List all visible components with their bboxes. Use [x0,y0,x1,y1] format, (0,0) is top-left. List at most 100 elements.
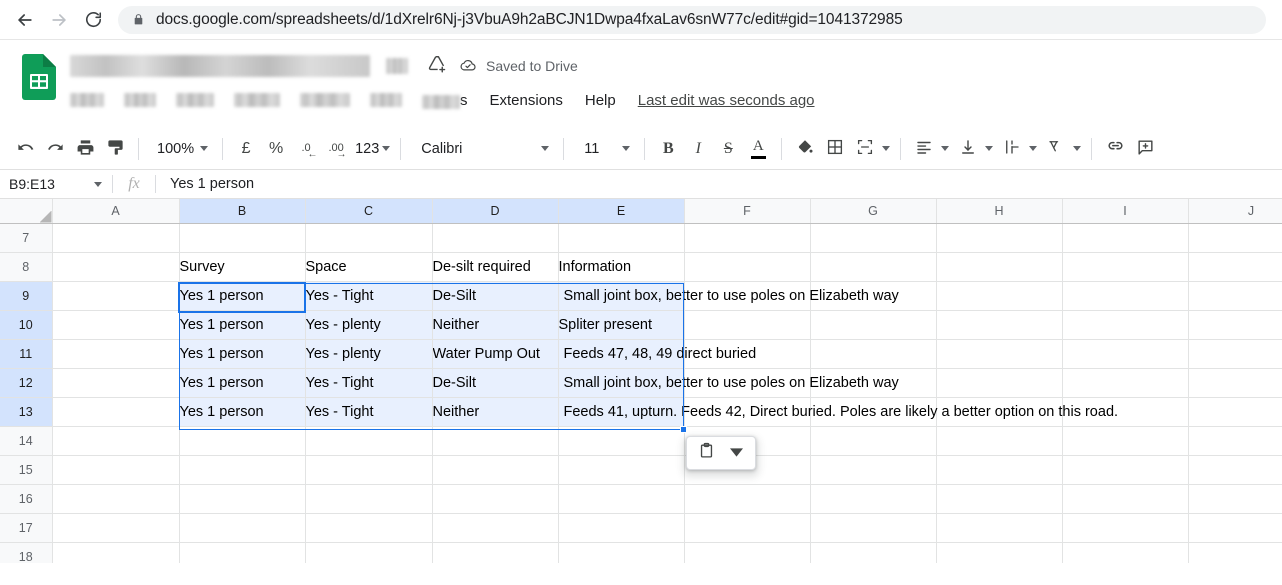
cell-D7[interactable] [432,223,559,253]
cell-D13[interactable]: Neither [432,397,559,427]
column-header-J[interactable]: J [1188,199,1282,224]
cell-A17[interactable] [52,513,180,543]
cell-H11[interactable] [936,339,1063,369]
text-rotation-button[interactable] [1041,134,1071,164]
formula-input[interactable]: Yes 1 person [156,176,1282,192]
cell-I8[interactable] [1062,252,1189,282]
cell-J16[interactable] [1188,484,1282,514]
cell-I18[interactable] [1062,542,1189,563]
chevron-down-icon[interactable] [941,146,950,151]
cell-B14[interactable] [179,426,306,456]
save-status[interactable]: Saved to Drive [458,56,578,77]
cell-E12[interactable]: Small joint box, better to use poles on … [558,368,899,398]
cell-A18[interactable] [52,542,180,563]
menu-item-tools-partial[interactable]: s [422,92,468,109]
cell-A11[interactable] [52,339,180,369]
cell-G16[interactable] [810,484,937,514]
cell-D9[interactable]: De-Silt [432,281,559,311]
text-wrapping-button[interactable] [997,134,1027,164]
cell-A7[interactable] [52,223,180,253]
row-header-9[interactable]: 9 [0,281,53,311]
cell-C17[interactable] [305,513,433,543]
cell-D17[interactable] [432,513,559,543]
menu-item-extensions[interactable]: Extensions [490,92,563,109]
font-size-selector[interactable]: 11 [572,134,636,164]
cell-B10[interactable]: Yes 1 person [179,310,306,340]
reload-button[interactable] [76,3,110,37]
cell-J18[interactable] [1188,542,1282,563]
cell-H10[interactable] [936,310,1063,340]
row-header-15[interactable]: 15 [0,455,53,485]
paste-options-dropdown[interactable] [721,439,751,467]
column-header-F[interactable]: F [684,199,811,224]
cell-F12[interactable] [684,368,811,398]
cell-G9[interactable] [810,281,937,311]
cell-J13[interactable] [1188,397,1282,427]
cell-B7[interactable] [179,223,306,253]
cell-I16[interactable] [1062,484,1189,514]
font-family-selector[interactable]: Calibri [409,134,555,164]
menu-item-redacted-4[interactable] [234,93,280,107]
redo-button[interactable] [40,134,70,164]
vertical-align-button[interactable] [953,134,983,164]
cell-E8[interactable]: Information [558,252,685,282]
cell-G8[interactable] [810,252,937,282]
fill-handle[interactable] [680,426,687,433]
cell-H17[interactable] [936,513,1063,543]
cell-C15[interactable] [305,455,433,485]
name-box[interactable]: B9:E13 [0,170,112,198]
row-header-7[interactable]: 7 [0,223,53,253]
zoom-selector[interactable]: 100% [147,134,214,164]
increase-decimal-button[interactable]: .00 → [321,134,351,164]
cell-G7[interactable] [810,223,937,253]
row-header-12[interactable]: 12 [0,368,53,398]
cell-G18[interactable] [810,542,937,563]
cell-H14[interactable] [936,426,1063,456]
borders-button[interactable] [820,134,850,164]
back-button[interactable] [8,3,42,37]
cell-D16[interactable] [432,484,559,514]
row-header-17[interactable]: 17 [0,513,53,543]
paint-format-button[interactable] [100,134,130,164]
bold-button[interactable]: B [653,134,683,164]
cell-C18[interactable] [305,542,433,563]
star-button-redacted[interactable] [386,58,408,74]
cell-C12[interactable]: Yes - Tight [305,368,433,398]
cell-A9[interactable] [52,281,180,311]
cell-C13[interactable]: Yes - Tight [305,397,433,427]
cell-G10[interactable] [810,310,937,340]
cell-H9[interactable] [936,281,1063,311]
cell-G14[interactable] [810,426,937,456]
cell-J12[interactable] [1188,368,1282,398]
last-edit-link[interactable]: Last edit was seconds ago [638,92,815,109]
cell-I12[interactable] [1062,368,1189,398]
select-all-corner[interactable] [0,199,53,224]
column-header-G[interactable]: G [810,199,937,224]
cell-A10[interactable] [52,310,180,340]
cell-I7[interactable] [1062,223,1189,253]
cell-A8[interactable] [52,252,180,282]
chevron-down-icon[interactable] [1029,146,1038,151]
column-header-B[interactable]: B [179,199,306,224]
cell-F11[interactable] [684,339,811,369]
column-header-H[interactable]: H [936,199,1063,224]
italic-button[interactable]: I [683,134,713,164]
cell-C11[interactable]: Yes - plenty [305,339,433,369]
cell-B12[interactable]: Yes 1 person [179,368,306,398]
paste-options-popup[interactable] [686,436,756,470]
cell-D14[interactable] [432,426,559,456]
currency-format-button[interactable]: £ [231,134,261,164]
cell-I17[interactable] [1062,513,1189,543]
horizontal-align-button[interactable] [909,134,939,164]
cell-E15[interactable] [558,455,685,485]
cell-D8[interactable]: De-silt required [432,252,559,282]
cell-C7[interactable] [305,223,433,253]
cell-J8[interactable] [1188,252,1282,282]
cell-D10[interactable]: Neither [432,310,559,340]
cell-J14[interactable] [1188,426,1282,456]
chevron-down-icon[interactable] [1073,146,1082,151]
row-header-8[interactable]: 8 [0,252,53,282]
cell-I15[interactable] [1062,455,1189,485]
cell-F16[interactable] [684,484,811,514]
cell-J10[interactable] [1188,310,1282,340]
